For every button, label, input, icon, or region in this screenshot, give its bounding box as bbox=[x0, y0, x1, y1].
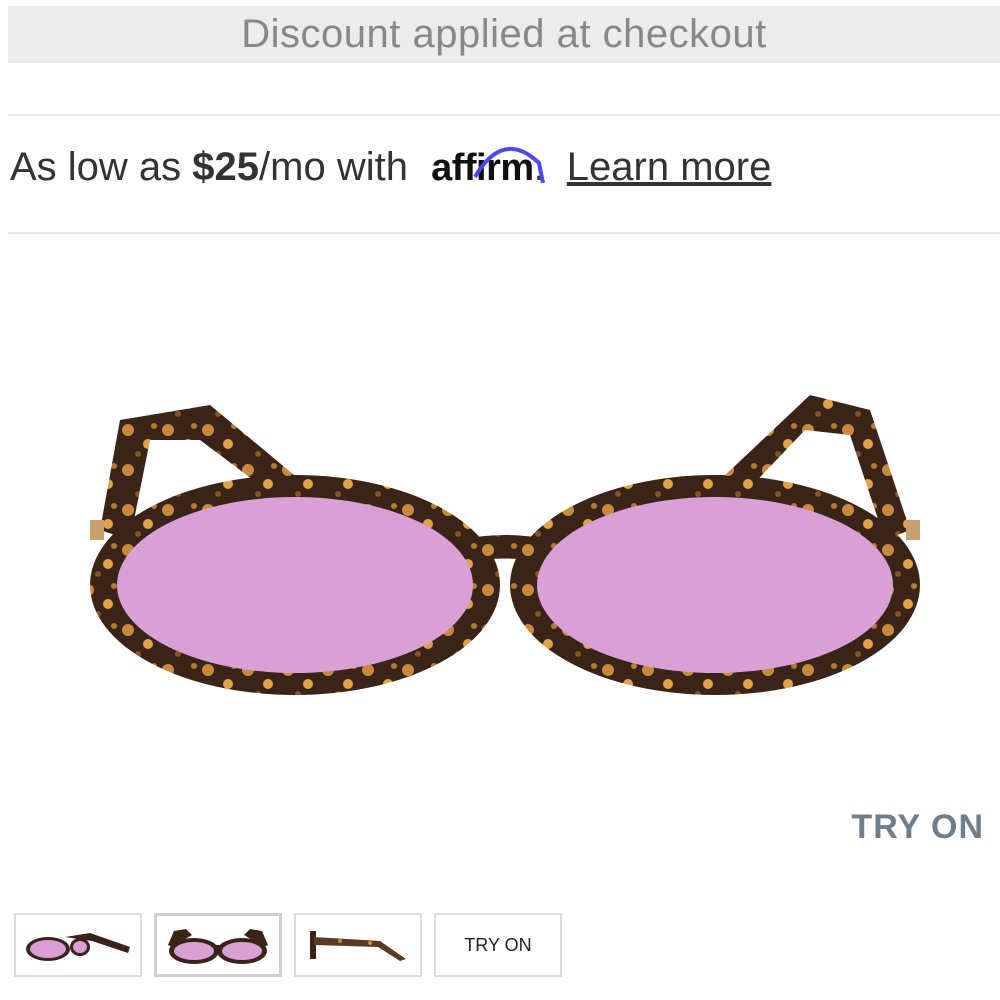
sunglasses-angle-thumbnail bbox=[26, 933, 130, 961]
thumbnail-side[interactable] bbox=[294, 913, 422, 977]
sunglasses-front-thumbnail bbox=[168, 929, 268, 964]
divider-bottom bbox=[8, 232, 1000, 234]
thumbnail-front[interactable] bbox=[154, 913, 282, 977]
thumbnail-try-on-label: TRY ON bbox=[464, 934, 532, 955]
thumbnail-try-on[interactable]: TRY ON bbox=[434, 913, 562, 977]
sunglasses-image[interactable] bbox=[80, 380, 930, 710]
discount-banner: Discount applied at checkout bbox=[8, 6, 1000, 63]
divider-top bbox=[8, 114, 1000, 116]
thumbnail-strip: TRY ON bbox=[14, 913, 562, 977]
financing-price: $25 bbox=[192, 145, 260, 189]
try-on-button[interactable]: TRY ON bbox=[851, 808, 984, 847]
left-hinge bbox=[90, 520, 104, 540]
sunglasses-side-thumbnail bbox=[310, 931, 406, 961]
left-lens bbox=[117, 497, 473, 673]
right-hinge bbox=[906, 520, 920, 540]
thumbnail-angle[interactable] bbox=[14, 913, 142, 977]
affirm-arc-icon bbox=[473, 146, 546, 183]
financing-suffix: /mo with bbox=[259, 145, 420, 189]
discount-banner-text: Discount applied at checkout bbox=[241, 12, 767, 56]
learn-more-link[interactable]: Learn more bbox=[567, 145, 772, 190]
financing-prefix: As low as bbox=[10, 145, 193, 189]
right-lens bbox=[537, 497, 893, 673]
affirm-logo: affirm bbox=[431, 146, 546, 190]
affirm-financing-row: As low as $25 /mo with affirm . Learn mo… bbox=[10, 145, 771, 200]
